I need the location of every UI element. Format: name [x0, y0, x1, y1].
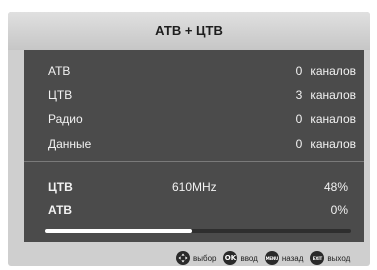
scan-row-atv: АТВ 0% — [24, 200, 364, 220]
hint-label: ввод — [240, 253, 258, 263]
ok-button-icon: OK — [223, 251, 238, 265]
exit-button-icon: EXIT — [310, 251, 325, 265]
scan-percent: 48% — [323, 180, 348, 194]
channel-label: Радио — [48, 112, 83, 126]
scan-progress-fill — [45, 229, 192, 233]
hint-enter[interactable]: OK ввод — [223, 251, 258, 265]
scan-frequency: 610MHz — [172, 180, 217, 194]
channel-label: Данные — [48, 137, 92, 151]
dialog-title: АТВ + ЦТВ — [155, 23, 223, 38]
channel-row-atv: АТВ 0 каналов — [24, 61, 364, 81]
title-bar: АТВ + ЦТВ — [8, 12, 370, 50]
channel-label: ЦТВ — [48, 88, 73, 102]
scan-label: АТВ — [48, 203, 73, 217]
hint-exit[interactable]: EXIT выход — [310, 251, 350, 265]
scan-label: ЦТВ — [48, 180, 73, 194]
hint-select[interactable]: выбор — [176, 251, 216, 265]
scan-progress-bar — [45, 229, 351, 233]
dpad-icon — [176, 251, 190, 265]
scan-row-dtv: ЦТВ 610MHz 48% — [24, 177, 364, 197]
channel-count: 3 каналов — [295, 88, 356, 102]
divider — [24, 161, 364, 162]
channel-count: 0 каналов — [295, 137, 356, 151]
key-hints: выбор OK ввод MENU назад EXIT выход — [176, 250, 350, 266]
hint-label: выбор — [193, 253, 217, 263]
hint-label: назад — [281, 253, 304, 263]
scan-percent: 0% — [330, 203, 348, 217]
hint-label: выход — [327, 253, 351, 263]
channel-row-radio: Радио 0 каналов — [24, 109, 364, 129]
hint-back[interactable]: MENU назад — [264, 251, 304, 265]
channel-count: 0 каналов — [295, 64, 356, 78]
channel-row-dtv: ЦТВ 3 каналов — [24, 85, 364, 105]
channel-label: АТВ — [48, 64, 71, 78]
channel-count: 0 каналов — [295, 112, 356, 126]
menu-button-icon: MENU — [264, 251, 279, 265]
channel-row-data: Данные 0 каналов — [24, 134, 364, 154]
